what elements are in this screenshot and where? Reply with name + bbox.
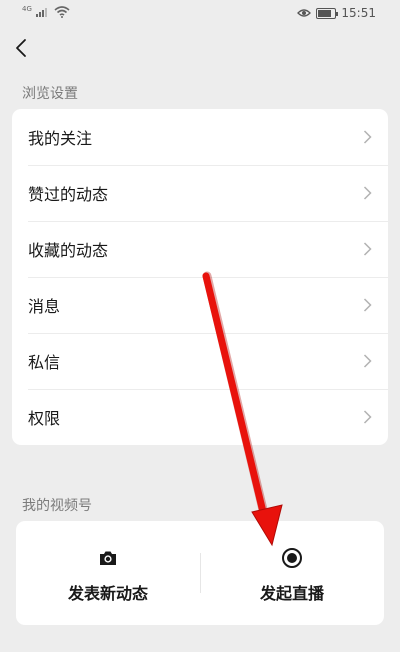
channel-card: 发表新动态 发起直播: [16, 521, 384, 625]
section-title-my-channel: 我的视频号: [22, 498, 92, 514]
menu-item-permissions[interactable]: 权限: [12, 389, 388, 445]
post-new-update-button[interactable]: 发表新动态: [16, 521, 200, 625]
menu-item-private-messages[interactable]: 私信: [12, 333, 388, 389]
chevron-left-icon: [16, 39, 26, 57]
network-type: 4G: [22, 5, 32, 13]
record-icon: [282, 548, 302, 568]
menu-item-label: 收藏的动态: [28, 241, 109, 260]
chevron-right-icon: [363, 298, 372, 312]
menu-item-following[interactable]: 我的关注: [12, 109, 388, 165]
menu-item-liked-posts[interactable]: 赞过的动态: [12, 165, 388, 221]
menu-item-label: 消息: [28, 297, 61, 316]
chevron-right-icon: [363, 410, 372, 424]
status-right: 15:51: [297, 6, 376, 20]
battery-fill: [318, 9, 332, 17]
chevron-right-icon: [363, 354, 372, 368]
menu-item-label: 权限: [28, 409, 61, 428]
menu-item-label: 我的关注: [28, 129, 93, 148]
post-new-update-label: 发表新动态: [67, 584, 148, 603]
chevron-right-icon: [363, 130, 372, 144]
browse-settings-card: 我的关注 赞过的动态 收藏的动态 消息 私信 权限: [12, 109, 388, 445]
status-bar: 4G 15:51: [0, 0, 400, 26]
camera-icon: [100, 551, 116, 565]
menu-item-favorited-posts[interactable]: 收藏的动态: [12, 221, 388, 277]
menu-item-label: 私信: [28, 353, 61, 372]
status-left: 4G: [22, 5, 70, 18]
menu-item-label: 赞过的动态: [28, 185, 109, 204]
back-button[interactable]: [10, 36, 34, 60]
signal-icon: [35, 8, 47, 17]
chevron-right-icon: [363, 186, 372, 200]
start-live-label: 发起直播: [259, 584, 324, 603]
wifi-icon: [54, 6, 70, 18]
status-time: 15:51: [341, 6, 376, 20]
start-live-button[interactable]: 发起直播: [200, 521, 384, 625]
section-title-browse-settings: 浏览设置: [22, 86, 78, 102]
chevron-right-icon: [363, 242, 372, 256]
menu-item-messages[interactable]: 消息: [12, 277, 388, 333]
eye-icon: [297, 9, 312, 17]
battery-icon: [316, 7, 339, 19]
